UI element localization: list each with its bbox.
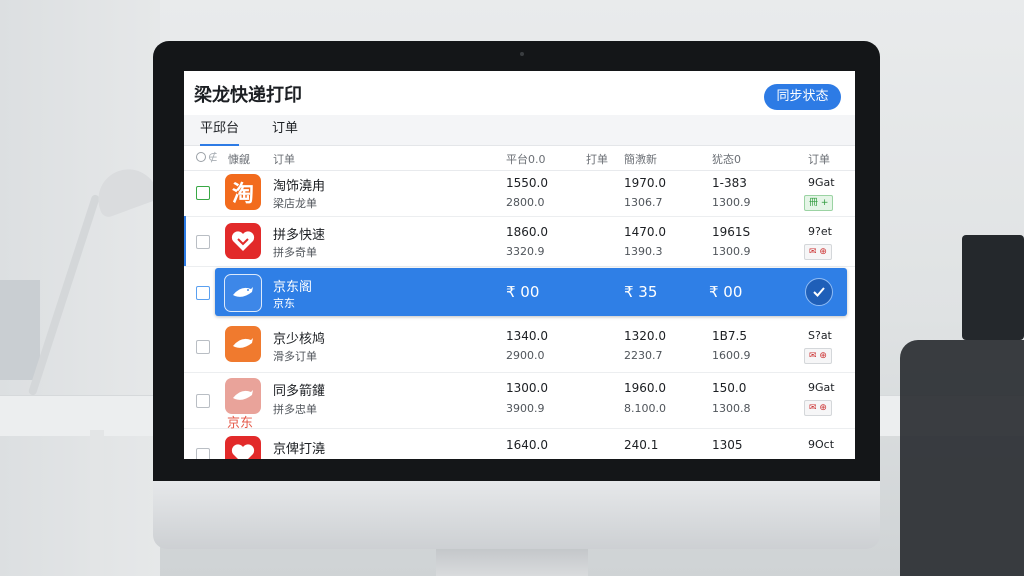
tab-platform[interactable]: 平邱台	[200, 120, 240, 146]
row-sub: 京东	[273, 297, 295, 310]
jd-logo-icon	[225, 378, 261, 414]
row-sub: 拼多忠单	[273, 403, 317, 416]
header-detail: 订单	[808, 153, 830, 166]
row-checkbox[interactable]	[196, 286, 210, 300]
office-chair	[900, 340, 1024, 576]
app-window: 梁龙快递打印 同步状态 平邱台 订单 ∉ 慷觎 订单 平台0.0 打单 簡漖新 …	[184, 71, 855, 459]
row-name: 京东阁	[273, 280, 313, 295]
background-monitor	[962, 235, 1024, 340]
jd-logo-icon	[225, 326, 261, 362]
row-value: ₹ 35	[624, 283, 658, 301]
row-name: 同多箭鑵	[273, 384, 326, 399]
app-title: 梁龙快递打印	[194, 85, 302, 106]
header-express: 簡漖新	[624, 153, 657, 166]
row-checkbox[interactable]	[196, 448, 210, 459]
monitor-chin	[153, 481, 880, 549]
row-value: 1340.0	[506, 329, 548, 343]
row-value: 2800.0	[506, 196, 545, 209]
row-value: 1300.0	[506, 381, 548, 395]
row-value: 1320.0	[624, 329, 666, 343]
row-value: 240.1	[624, 438, 659, 452]
row-status: 9Gat	[808, 176, 835, 189]
row-value: 1640.0	[506, 438, 548, 452]
tab-bar: 平邱台 订单	[184, 115, 855, 146]
header-print: 打单	[586, 153, 608, 166]
header-order: 订单	[273, 153, 295, 166]
row-value: 1300.8	[712, 402, 751, 415]
sync-status-button[interactable]: 同步状态	[764, 84, 841, 110]
row-value: ₹ 00	[506, 283, 540, 301]
header-sort-icon: ∉	[208, 151, 218, 164]
taobao-logo-icon: 淘	[225, 174, 261, 210]
header-status: 犹态0	[712, 153, 741, 166]
camera-icon	[520, 52, 524, 56]
row-name: 拼多快速	[273, 228, 326, 243]
row-value: 1960.0	[624, 381, 666, 395]
header-platform: 平台0.0	[506, 153, 546, 166]
row-status: 9?et	[808, 225, 832, 238]
row-accent-bar	[184, 216, 186, 266]
row-checkbox[interactable]	[196, 394, 210, 408]
row-value: 1550.0	[506, 176, 548, 190]
select-all-icon[interactable]	[196, 152, 206, 162]
row-value: 1860.0	[506, 225, 548, 239]
desk-leg	[90, 430, 104, 576]
row-value: 2900.0	[506, 349, 545, 362]
table-row-selected[interactable]: 京东阁 京东 ₹ 00 ₹ 35 ₹ 00	[215, 268, 847, 316]
row-sub: 梁店龙单	[273, 197, 317, 210]
row-value: 1B7.5	[712, 329, 747, 343]
jd-logo-icon	[224, 274, 262, 312]
tab-orders[interactable]: 订单	[272, 120, 298, 144]
table-header: ∉ 慷觎 订单 平台0.0 打单 簡漖新 犹态0 订单	[184, 146, 855, 171]
row-value: 1390.3	[624, 245, 663, 258]
row-value: 1300.9	[712, 245, 751, 258]
row-value: 1470.0	[624, 225, 666, 239]
row-value: 3320.9	[506, 245, 545, 258]
header-logo: 慷觎	[228, 153, 250, 166]
row-value: 1300.9	[712, 196, 751, 209]
table-row[interactable]: 京少核鸠 滑多订单 1340.0 2900.0 1320.0 2230.7 1B…	[184, 320, 855, 373]
row-value: 1-383	[712, 176, 747, 190]
table-row[interactable]: 京东 同多箭鑵 拼多忠单 1300.0 3900.9 1960.0 8.100.…	[184, 372, 855, 431]
table-row[interactable]: 京俾打澆 1640.0 240.1 1305 9Oct	[184, 428, 855, 459]
row-value: ₹ 00	[709, 283, 743, 301]
monitor-stand	[436, 549, 588, 576]
row-value: 2230.7	[624, 349, 663, 362]
row-value: 1306.7	[624, 196, 663, 209]
pinduoduo-logo-icon	[225, 436, 261, 459]
row-value: 1961S	[712, 225, 751, 239]
row-sub: 滑多订单	[273, 350, 317, 363]
row-name: 淘饰澆甪	[273, 179, 326, 194]
table-row[interactable]: 拼多快速 拼多奇单 1860.0 3320.9 1470.0 1390.3 19…	[184, 216, 855, 267]
row-value: 150.0	[712, 381, 747, 395]
status-badge[interactable]: ✉ ⊕	[804, 244, 832, 260]
status-badge[interactable]: ✉ ⊕	[804, 348, 832, 364]
row-name: 京少核鸠	[273, 332, 326, 347]
pinduoduo-logo-icon	[225, 223, 261, 259]
app-header: 梁龙快递打印 同步状态	[184, 71, 855, 115]
background-books	[0, 280, 40, 380]
row-value: 1305	[712, 438, 743, 452]
row-status: 9Gat	[808, 381, 835, 394]
status-badge[interactable]: 冊 +	[804, 195, 834, 211]
row-name: 京俾打澆	[273, 442, 326, 457]
row-value: 3900.9	[506, 402, 545, 415]
row-sub: 拼多奇单	[273, 246, 317, 259]
row-status: 9Oct	[808, 438, 835, 451]
row-checkbox[interactable]	[196, 340, 210, 354]
row-value: 8.100.0	[624, 402, 666, 415]
status-badge[interactable]: ✉ ⊕	[804, 400, 832, 416]
table-row[interactable]: 淘 淘饰澆甪 梁店龙单 1550.0 2800.0 1970.0 1306.7 …	[184, 170, 855, 217]
check-icon[interactable]	[805, 278, 833, 306]
row-checkbox[interactable]	[196, 235, 210, 249]
row-status: S?at	[808, 329, 832, 342]
row-checkbox[interactable]	[196, 186, 210, 200]
row-value: 1970.0	[624, 176, 666, 190]
row-value: 1600.9	[712, 349, 751, 362]
